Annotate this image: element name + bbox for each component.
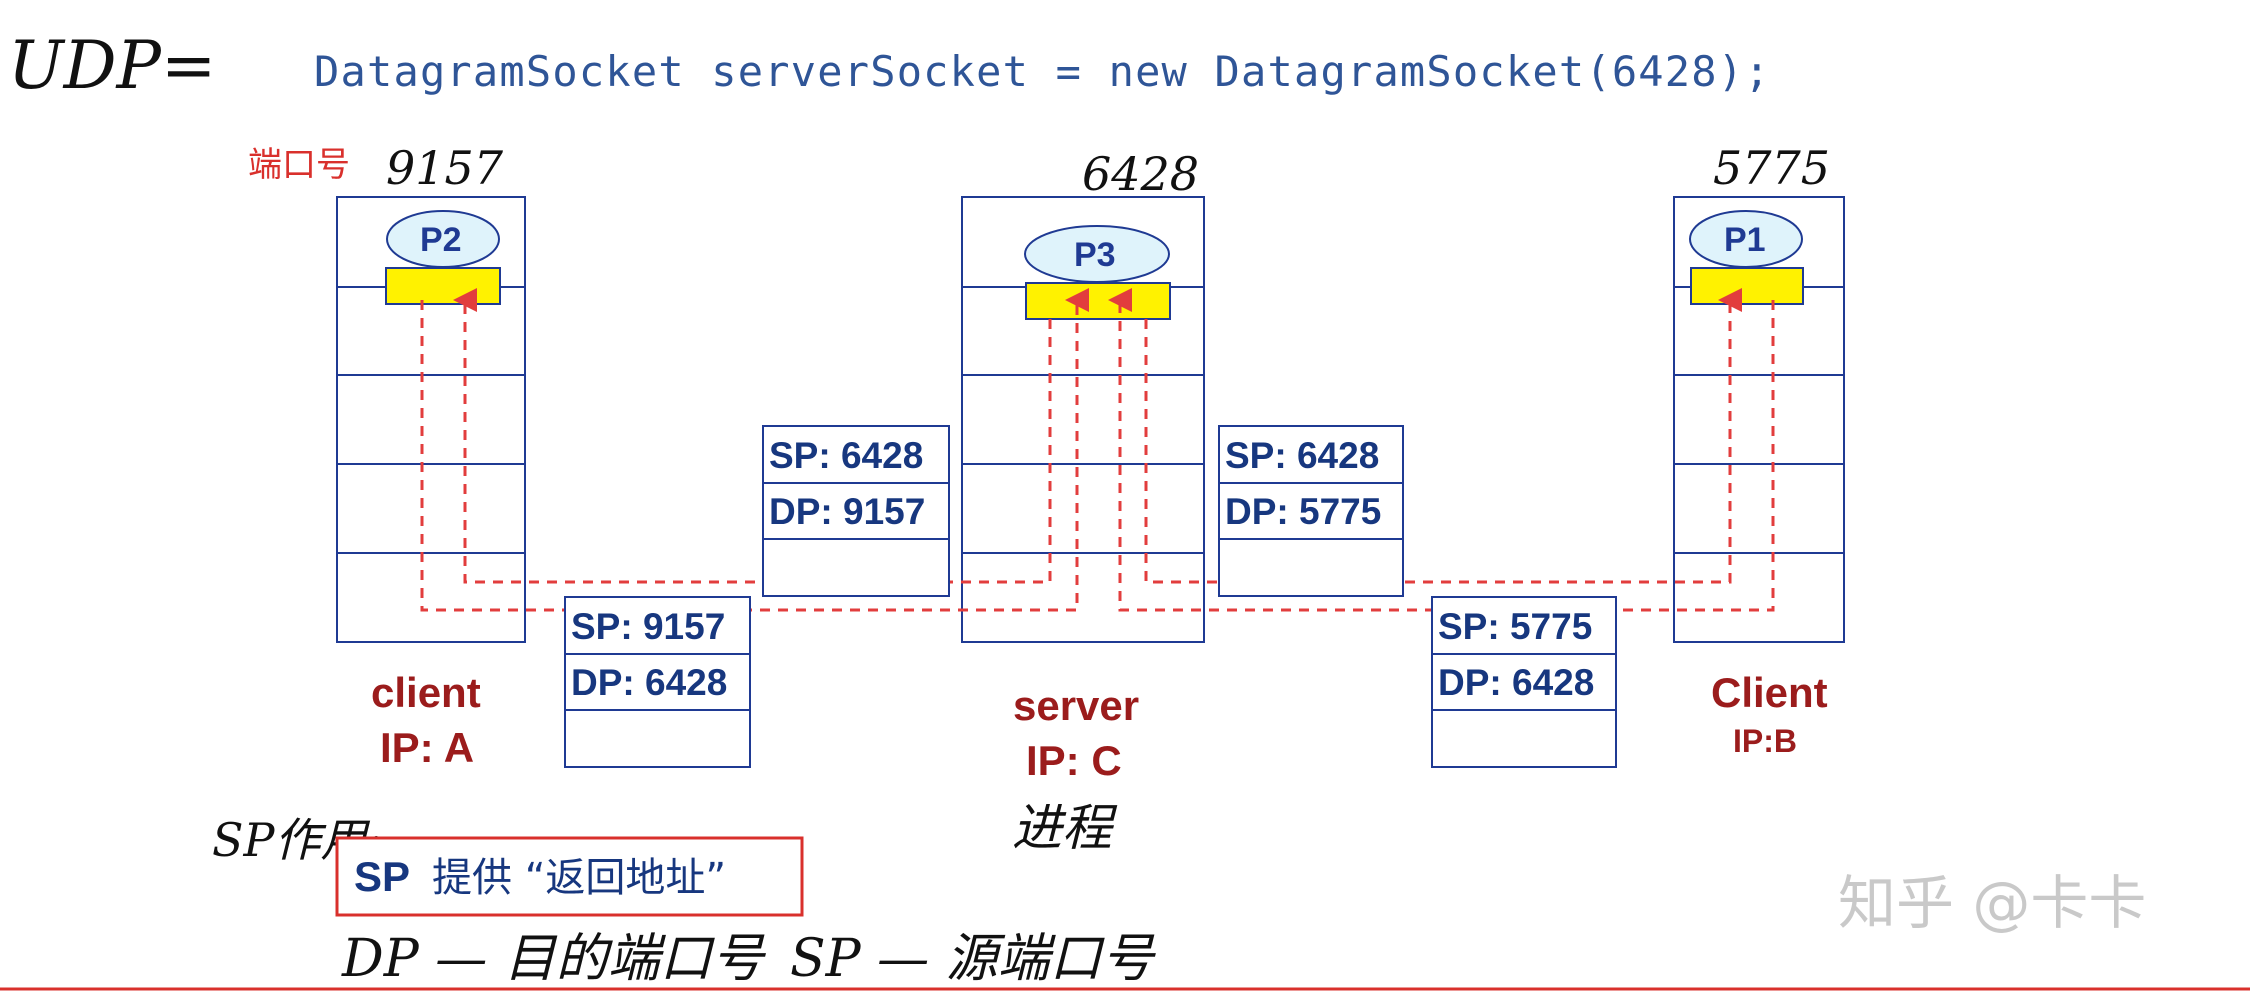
server-ip: IP: C (1026, 737, 1122, 784)
segment-server-to-client-b: SP: 6428 DP: 5775 (1218, 425, 1404, 597)
udp-annotation: UDP= (8, 27, 216, 104)
segment-source-port: SP: 6428 (1225, 435, 1379, 476)
segment-client-a-to-server: SP: 9157 DP: 6428 (564, 596, 751, 768)
code-line: DatagramSocket serverSocket = new Datagr… (314, 47, 1771, 96)
sp-callout-text: 提供 “返回地址” (432, 855, 726, 901)
segment-source-port: SP: 6428 (769, 435, 923, 476)
client-a-protocol-stack: P2 (336, 196, 526, 643)
process-annotation: 进程 (1012, 799, 1118, 857)
client-b-socket (1690, 267, 1804, 305)
segment-destination-port: DP: 6428 (571, 662, 727, 703)
segment-destination-port: DP: 9157 (769, 491, 925, 532)
sp-meaning-annotation: SP — 源端口号 (790, 929, 1157, 989)
sp-callout: SP 提供 “返回地址” (335, 836, 804, 917)
client-a-socket (385, 267, 501, 305)
segment-destination-port: DP: 6428 (1438, 662, 1594, 703)
port-number-note: 端口号 (248, 145, 350, 185)
client-b-port-label: 5775 (1713, 141, 1830, 195)
server-socket (1025, 282, 1171, 320)
server-name: server (1013, 682, 1139, 729)
client-b-process-label: P1 (1724, 221, 1766, 259)
sp-callout-label: SP (354, 853, 410, 900)
server-port-label: 6428 (1082, 147, 1199, 201)
segment-client-b-to-server: SP: 5775 DP: 6428 (1431, 596, 1617, 768)
segment-server-to-client-a: SP: 6428 DP: 9157 (762, 425, 950, 597)
segment-source-port: SP: 9157 (571, 606, 725, 647)
client-b-protocol-stack: P1 (1673, 196, 1845, 643)
client-a-ip: IP: A (380, 724, 474, 771)
server-protocol-stack: P3 (961, 196, 1205, 643)
udp-demultiplexing-diagram: UDP= DatagramSocket serverSocket = new D… (0, 0, 2250, 994)
server-process-label: P3 (1074, 236, 1116, 274)
client-a-process-label: P2 (420, 221, 462, 259)
client-a-name: client (371, 669, 481, 716)
dp-meaning-annotation: DP — 目的端口号 (341, 929, 767, 989)
client-b-name: Client (1711, 669, 1828, 716)
segment-destination-port: DP: 5775 (1225, 491, 1381, 532)
client-a-port-label: 9157 (386, 141, 504, 195)
segment-source-port: SP: 5775 (1438, 606, 1592, 647)
client-b-ip: IP:B (1733, 723, 1797, 759)
diagram-canvas: UDP= DatagramSocket serverSocket = new D… (0, 27, 2250, 991)
watermark: 知乎 @卡卡 (1838, 869, 2146, 937)
